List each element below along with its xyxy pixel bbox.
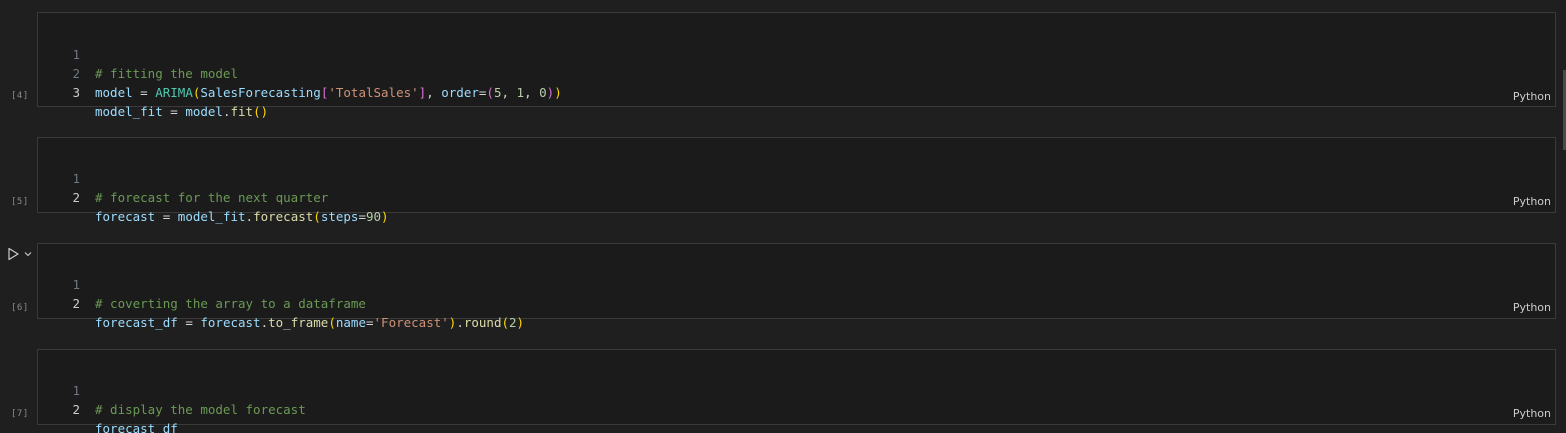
cell-language-label[interactable]: Python bbox=[1513, 301, 1551, 314]
code-token: model_fit bbox=[95, 104, 163, 119]
code-line[interactable]: 2 model = ARIMA(SalesForecasting['TotalS… bbox=[38, 45, 561, 100]
code-token: = bbox=[132, 85, 156, 100]
code-token: = bbox=[358, 209, 366, 224]
code-token: # forecast for the next quarter bbox=[95, 190, 329, 205]
cell-editor[interactable]: 1 # display the model forecast 2 forecas… bbox=[37, 349, 1556, 433]
code-text[interactable]: # coverting the array to a dataframe bbox=[95, 294, 366, 313]
code-token: ( bbox=[313, 209, 321, 224]
code-token: , bbox=[524, 85, 540, 100]
code-token: forecast bbox=[200, 315, 261, 330]
code-token: ( bbox=[486, 85, 494, 100]
code-token: # fitting the model bbox=[95, 66, 238, 81]
code-line[interactable]: 2 forecast_df bbox=[38, 381, 177, 433]
code-token: forecast_df bbox=[95, 421, 178, 433]
code-line[interactable]: 1 # display the model forecast bbox=[38, 362, 305, 417]
code-text[interactable]: forecast_df = forecast.to_frame(name='Fo… bbox=[95, 313, 524, 332]
execution-count: [4] bbox=[11, 91, 29, 101]
chevron-down-icon[interactable] bbox=[23, 249, 33, 259]
code-token: , bbox=[501, 85, 517, 100]
code-token: to_frame bbox=[268, 315, 329, 330]
code-text[interactable]: model = ARIMA(SalesForecasting['TotalSal… bbox=[95, 83, 562, 102]
cell-editor[interactable]: 1 # fitting the model 2 model = ARIMA(Sa… bbox=[37, 12, 1556, 119]
code-token: = bbox=[162, 104, 186, 119]
execution-count: [7] bbox=[11, 409, 29, 419]
cell-language-label[interactable]: Python bbox=[1513, 195, 1551, 208]
code-token: ( bbox=[501, 315, 510, 330]
cell-editor[interactable]: 1 # forecast for the next quarter 2 fore… bbox=[37, 137, 1556, 224]
code-token: 90 bbox=[365, 209, 382, 224]
code-line[interactable]: 2 forecast = model_fit.forecast(steps=90… bbox=[38, 169, 388, 224]
code-token: model_fit bbox=[177, 209, 246, 224]
line-number: 3 bbox=[72, 85, 80, 100]
notebook: 1 # fitting the model 2 model = ARIMA ( Sa… bbox=[0, 0, 1566, 433]
code-text[interactable]: model_fit = model.fit() bbox=[95, 102, 268, 121]
code-token: 'TotalSales' bbox=[328, 85, 419, 100]
play-icon[interactable] bbox=[6, 247, 20, 261]
code-token: model bbox=[95, 85, 133, 100]
code-token: , bbox=[426, 85, 442, 100]
line-number: 2 bbox=[72, 296, 80, 311]
code-token: . bbox=[260, 315, 269, 330]
code-token: 1 bbox=[516, 85, 525, 100]
code-token: # display the model forecast bbox=[95, 402, 306, 417]
code-token: order bbox=[441, 85, 479, 100]
code-token: forecast bbox=[253, 209, 314, 224]
code-token: = bbox=[177, 315, 201, 330]
code-token: forecast bbox=[95, 209, 156, 224]
code-token: ARIMA bbox=[155, 85, 193, 100]
code-token: = bbox=[155, 209, 178, 224]
code-text[interactable]: # fitting the model bbox=[95, 64, 238, 83]
execution-count: [5] bbox=[11, 197, 29, 207]
code-token: = bbox=[365, 315, 374, 330]
line-number: 2 bbox=[72, 402, 80, 417]
code-token: () bbox=[253, 104, 269, 119]
code-token: name bbox=[335, 315, 366, 330]
code-text[interactable]: # display the model forecast bbox=[95, 400, 306, 419]
line-number: 2 bbox=[72, 190, 80, 205]
code-text[interactable]: forecast_df bbox=[95, 419, 178, 433]
code-token: . bbox=[456, 315, 464, 330]
code-token: ( bbox=[328, 315, 336, 330]
code-token: model bbox=[185, 104, 223, 119]
code-line[interactable]: 2 forecast_df = forecast.to_frame(name='… bbox=[38, 275, 524, 330]
code-line[interactable]: 3 model_fit = model.fit() bbox=[38, 64, 268, 119]
cell-language-label[interactable]: Python bbox=[1513, 90, 1551, 103]
code-token: fit bbox=[230, 104, 254, 119]
code-token: steps bbox=[320, 209, 359, 224]
cell-editor[interactable]: 1 # coverting the array to a dataframe 2… bbox=[37, 243, 1556, 330]
code-token: 0 bbox=[539, 85, 547, 100]
code-token: ) bbox=[554, 85, 562, 100]
code-token: ) bbox=[381, 209, 389, 224]
code-line[interactable]: 1 # fitting the model bbox=[38, 26, 238, 81]
code-token: SalesForecasting bbox=[200, 85, 321, 100]
code-text[interactable]: # forecast for the next quarter bbox=[95, 188, 328, 207]
code-token: round bbox=[463, 315, 502, 330]
code-token: 2 bbox=[509, 315, 517, 330]
code-line[interactable]: 1 # forecast for the next quarter bbox=[38, 150, 328, 205]
code-line[interactable]: 1 # coverting the array to a dataframe bbox=[38, 256, 365, 311]
code-token: ) bbox=[516, 315, 525, 330]
code-token: . bbox=[245, 209, 254, 224]
code-token: # coverting the array to a dataframe bbox=[95, 296, 366, 311]
code-text[interactable]: forecast = model_fit.forecast(steps=90) bbox=[95, 207, 389, 226]
execution-count: [6] bbox=[11, 303, 29, 313]
cell-language-label[interactable]: Python bbox=[1513, 407, 1551, 420]
code-token: 'Forecast' bbox=[373, 315, 449, 330]
code-token: forecast_df bbox=[95, 315, 178, 330]
